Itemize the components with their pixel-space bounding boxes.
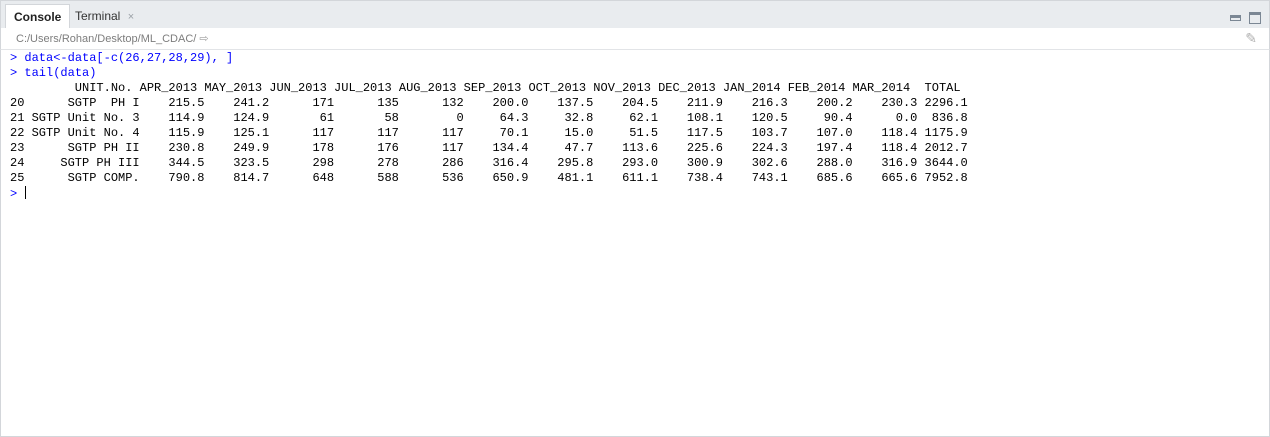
table-row: 23 SGTP PH II 230.8 249.9 178 176 117 13… [10, 141, 968, 155]
minimize-pane-icon[interactable] [1229, 14, 1241, 21]
table-row: 24 SGTP PH III 344.5 323.5 298 278 286 3… [10, 156, 968, 170]
console-output[interactable]: > data<-data[-c(26,27,28,29), ] > tail(d… [0, 50, 1270, 437]
table-row: 21 SGTP Unit No. 3 114.9 124.9 61 58 0 6… [10, 111, 968, 125]
maximize-pane-icon[interactable] [1249, 11, 1261, 24]
working-directory: C:/Users/Rohan/Desktop/ML_CDAC/⇨ [16, 32, 209, 45]
close-icon[interactable]: × [128, 11, 134, 23]
tab-console[interactable]: Console [5, 4, 71, 28]
tab-terminal-label: Terminal [75, 9, 121, 23]
prompt: > [10, 66, 25, 80]
clear-console-icon[interactable]: ✎ [1245, 30, 1257, 47]
console-command-line: > data<-data[-c(26,27,28,29), ] [10, 51, 233, 66]
table-row: 22 SGTP Unit No. 4 115.9 125.1 117 117 1… [10, 126, 968, 140]
window-controls [1226, 9, 1261, 27]
go-to-directory-icon[interactable]: ⇨ [199, 33, 208, 45]
text-cursor [25, 186, 27, 199]
working-directory-bar: C:/Users/Rohan/Desktop/ML_CDAC/⇨ ✎ [0, 28, 1270, 50]
pane-tab-bar: Console Terminal × [0, 0, 1270, 29]
command-text: tail(data) [24, 66, 97, 80]
table-row: 25 SGTP COMP. 790.8 814.7 648 588 536 65… [10, 171, 968, 185]
prompt: > [10, 51, 25, 65]
console-command-line: > tail(data) [10, 66, 96, 81]
tab-console-label: Console [14, 10, 62, 24]
command-text: data<-data[-c(26,27,28,29), ] [24, 51, 234, 65]
tab-terminal[interactable]: Terminal × [67, 4, 142, 28]
table-header-row: UNIT.No. APR_2013 MAY_2013 JUN_2013 JUL_… [10, 81, 961, 95]
working-directory-path: C:/Users/Rohan/Desktop/ML_CDAC/ [16, 33, 197, 45]
table-row: 20 SGTP PH I 215.5 241.2 171 135 132 200… [10, 96, 968, 110]
prompt: > [10, 187, 25, 201]
console-input-line[interactable]: > [10, 186, 27, 202]
